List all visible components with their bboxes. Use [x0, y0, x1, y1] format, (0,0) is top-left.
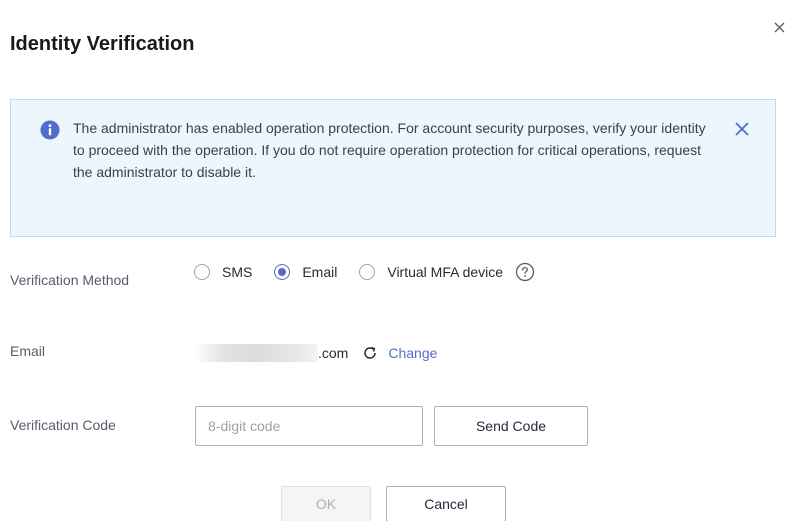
help-question-icon[interactable] [515, 262, 535, 282]
radio-virtual-mfa[interactable]: Virtual MFA device [359, 264, 503, 280]
verification-method-label: Verification Method [10, 272, 130, 288]
email-domain-suffix: .com [318, 345, 349, 361]
radio-sms-label: SMS [222, 264, 253, 280]
send-code-button[interactable]: Send Code [434, 406, 588, 446]
refresh-icon[interactable] [362, 345, 378, 361]
email-value-row: .com Change [194, 342, 437, 364]
info-circle-icon [40, 120, 60, 140]
change-email-link[interactable]: Change [388, 345, 437, 361]
radio-sms[interactable]: SMS [194, 264, 252, 280]
ok-button[interactable]: OK [281, 486, 371, 521]
identity-verification-dialog: Identity Verification The administrator … [0, 0, 790, 521]
dialog-title: Identity Verification [10, 33, 195, 55]
operation-protection-alert: The administrator has enabled operation … [10, 99, 776, 237]
verification-method-radio-group: SMS Email Virtual MFA device [194, 261, 535, 283]
verification-code-label: Verification Code [10, 417, 116, 433]
alert-message: The administrator has enabled operation … [73, 120, 706, 180]
radio-email-label: Email [302, 264, 338, 280]
radio-email[interactable]: Email [274, 264, 337, 280]
masked-email [194, 344, 318, 362]
cancel-button[interactable]: Cancel [386, 486, 506, 521]
email-label: Email [10, 343, 46, 359]
radio-sms-circle[interactable] [194, 264, 210, 280]
dialog-close-icon[interactable] [772, 14, 788, 36]
radio-virtual-mfa-label: Virtual MFA device [387, 264, 504, 280]
radio-email-circle[interactable] [274, 264, 291, 280]
radio-virtual-mfa-circle[interactable] [359, 264, 376, 280]
verification-code-input[interactable] [195, 406, 423, 446]
alert-close-icon[interactable] [733, 120, 751, 138]
